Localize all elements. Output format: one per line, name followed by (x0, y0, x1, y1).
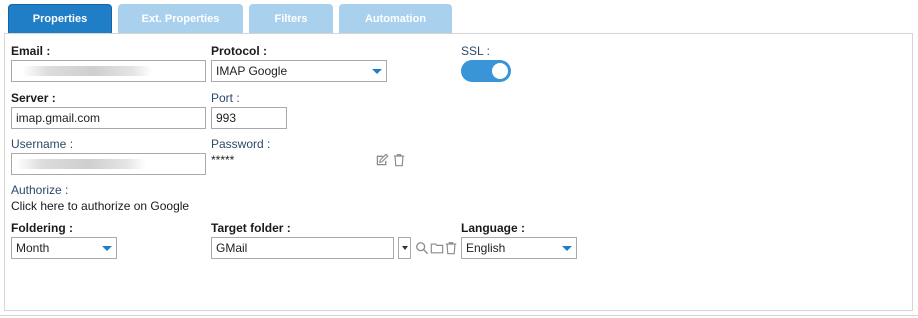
search-icon[interactable] (415, 241, 429, 255)
password-label: Password : (211, 137, 271, 151)
tab-filters[interactable]: Filters (249, 4, 333, 34)
divider (0, 315, 918, 316)
chevron-down-icon (562, 245, 572, 251)
username-label: Username : (11, 137, 74, 151)
target-folder-field[interactable]: GMail (211, 237, 394, 259)
authorize-link[interactable]: Click here to authorize on Google (11, 199, 189, 213)
server-value: imap.gmail.com (16, 111, 101, 125)
email-label: Email : (11, 44, 51, 58)
chevron-down-icon (102, 245, 112, 251)
language-label: Language : (461, 221, 526, 235)
trash-icon[interactable] (444, 241, 458, 255)
edit-icon[interactable] (375, 153, 389, 167)
ssl-label: SSL : (461, 44, 490, 58)
target-folder-dropdown-button[interactable] (398, 237, 411, 259)
chevron-down-icon (401, 246, 408, 250)
folder-icon[interactable] (430, 241, 444, 255)
port-field[interactable]: 993 (211, 107, 287, 129)
protocol-label: Protocol : (211, 44, 267, 58)
language-select[interactable]: English (461, 237, 577, 259)
target-folder-label: Target folder : (211, 221, 291, 235)
port-value: 993 (216, 111, 237, 125)
username-field[interactable] (11, 153, 206, 175)
protocol-select[interactable]: IMAP Google (211, 60, 387, 82)
language-value: English (466, 241, 506, 255)
redacted-value (22, 66, 152, 76)
protocol-value: IMAP Google (216, 64, 288, 78)
foldering-label: Foldering : (11, 221, 73, 235)
target-folder-value: GMail (216, 241, 248, 255)
foldering-select[interactable]: Month (11, 237, 117, 259)
redacted-value (16, 159, 146, 169)
foldering-value: Month (16, 241, 50, 255)
server-field[interactable]: imap.gmail.com (11, 107, 206, 129)
tab-properties[interactable]: Properties (8, 4, 112, 34)
port-label: Port : (211, 91, 240, 105)
password-value: ***** (211, 153, 235, 167)
server-label: Server : (11, 91, 56, 105)
authorize-label: Authorize : (11, 183, 69, 197)
tab-automation[interactable]: Automation (339, 4, 452, 34)
email-field[interactable] (11, 60, 206, 82)
tab-ext-properties[interactable]: Ext. Properties (118, 4, 243, 34)
trash-icon[interactable] (392, 153, 406, 167)
toggle-knob (492, 63, 508, 79)
chevron-down-icon (372, 68, 382, 74)
ssl-toggle[interactable] (461, 60, 511, 82)
